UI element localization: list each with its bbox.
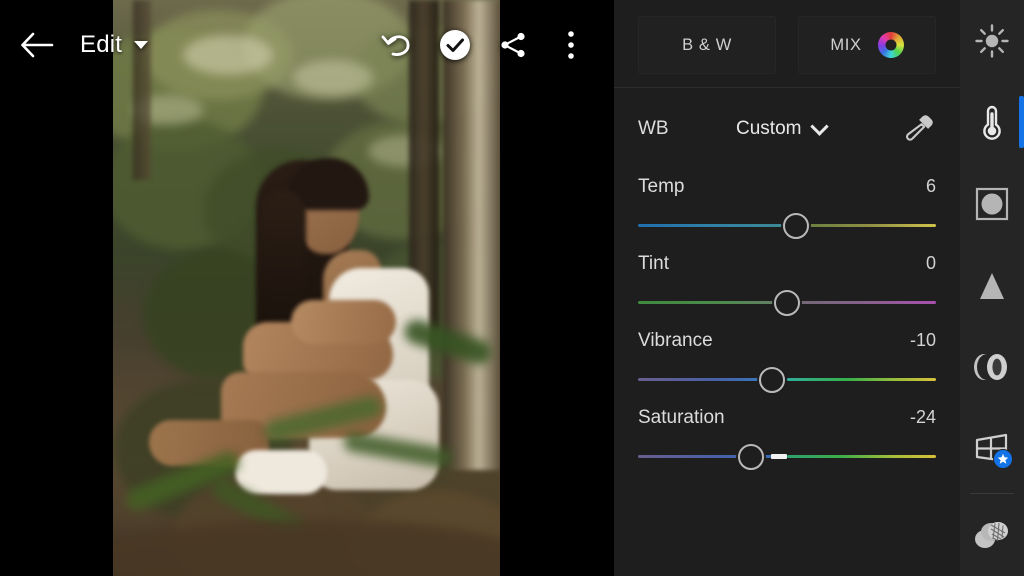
slider-temp-value: 6 — [925, 176, 936, 196]
slider-temp-track[interactable] — [638, 213, 936, 239]
lens-icon — [974, 354, 1007, 381]
more-options-button[interactable] — [542, 17, 600, 73]
wb-label: WB — [638, 118, 669, 139]
slider-saturation-delta-fill — [770, 454, 787, 459]
slider-tint-thumb[interactable] — [774, 290, 800, 316]
undo-button[interactable] — [368, 17, 426, 73]
chevron-down-icon — [810, 116, 830, 136]
slider-tint: Tint 0 — [638, 253, 936, 316]
color-wheel-icon — [877, 32, 904, 58]
eyedropper-button[interactable] — [902, 112, 936, 146]
slider-vibrance-thumb[interactable] — [759, 367, 786, 393]
track-right — [787, 455, 936, 458]
sun-icon — [975, 24, 1009, 58]
light-panel-icon[interactable] — [960, 0, 1024, 82]
track-left — [638, 224, 787, 227]
slider-tint-value: 0 — [925, 253, 936, 273]
vignette-icon — [975, 187, 1009, 221]
track-right — [787, 301, 936, 304]
photo-stage[interactable]: Edit — [0, 0, 614, 576]
white-balance-row: WB Custom — [638, 96, 936, 162]
top-toolbar: Edit — [0, 0, 614, 90]
slider-saturation-thumb[interactable] — [738, 444, 765, 470]
undo-icon — [381, 35, 410, 56]
bw-mode-label: B & W — [682, 35, 732, 54]
back-button[interactable] — [0, 17, 74, 73]
share-button[interactable] — [484, 17, 542, 73]
slider-tint-track[interactable] — [638, 290, 936, 316]
edit-mode-dropdown[interactable]: Edit — [80, 31, 149, 59]
track-left — [638, 301, 787, 304]
track-right — [787, 224, 936, 227]
tool-rail — [960, 0, 1024, 576]
slider-saturation-label: Saturation — [638, 407, 725, 428]
slider-temp-thumb[interactable] — [782, 213, 809, 239]
geometry-panel-icon[interactable] — [960, 408, 1024, 490]
checkmark-circle-icon — [440, 30, 470, 60]
healing-panel-icon[interactable] — [960, 494, 1024, 576]
wb-preset-dropdown[interactable]: Custom — [736, 116, 830, 140]
mix-mode-button[interactable]: MIX — [798, 16, 936, 74]
healing-brush-icon — [975, 522, 1008, 549]
arrow-left-icon — [21, 32, 54, 58]
more-vertical-icon — [568, 31, 574, 59]
optics-panel-icon[interactable] — [960, 326, 1024, 408]
slider-saturation-value: -24 — [909, 407, 936, 427]
triangle-icon — [980, 272, 1004, 299]
lightroom-editor-screen: Edit B & W MIX WB Custom Temp 6 Tint 0 V… — [0, 0, 1024, 576]
bw-mode-button[interactable]: B & W — [638, 16, 776, 74]
slider-vibrance-value: -10 — [909, 330, 936, 350]
effects-panel-icon[interactable] — [960, 163, 1024, 245]
eyedropper-icon — [905, 115, 933, 141]
color-mode-row: B & W MIX — [614, 0, 960, 88]
slider-temp-label: Temp — [638, 176, 685, 197]
slider-saturation: Saturation -24 — [638, 407, 936, 470]
share-icon — [501, 32, 525, 58]
mix-mode-label: MIX — [830, 35, 862, 54]
page-title: Edit — [80, 31, 123, 58]
done-button[interactable] — [426, 17, 484, 73]
slider-vibrance-track[interactable] — [638, 367, 936, 393]
wb-value: Custom — [736, 118, 802, 139]
track-right — [787, 378, 936, 381]
thermometer-icon — [983, 106, 1001, 141]
slider-vibrance-label: Vibrance — [638, 330, 713, 351]
slider-saturation-track[interactable] — [638, 444, 936, 470]
detail-panel-icon[interactable] — [960, 245, 1024, 327]
toolbar-actions — [368, 17, 614, 73]
slider-tint-label: Tint — [638, 253, 669, 274]
color-panel-icon[interactable] — [960, 82, 1024, 164]
track-left — [638, 455, 787, 458]
slider-temp: Temp 6 — [638, 176, 936, 239]
caret-down-icon — [134, 41, 149, 49]
color-edit-panel: B & W MIX WB Custom Temp 6 Tint 0 Vibran… — [614, 0, 960, 576]
slider-controls: WB Custom Temp 6 Tint 0 Vibrance -10 Sat… — [614, 96, 960, 470]
slider-vibrance: Vibrance -10 — [638, 330, 936, 393]
active-indicator — [1019, 96, 1024, 149]
star-icon — [997, 454, 1009, 465]
